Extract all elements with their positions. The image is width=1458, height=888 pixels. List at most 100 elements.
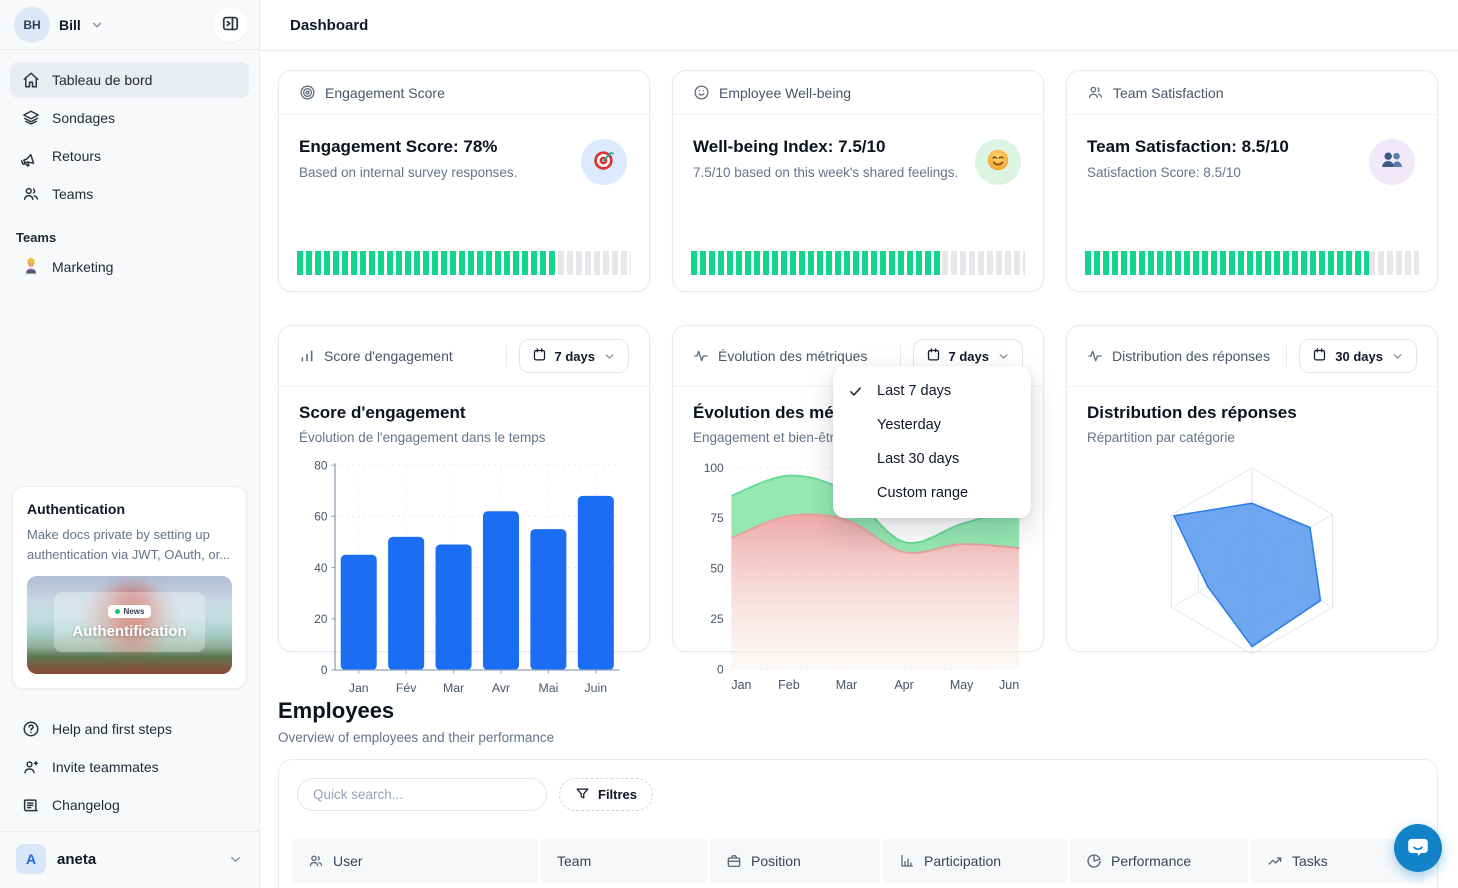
- range-button-7days[interactable]: 7 days: [519, 339, 629, 373]
- range-dropdown-menu: Last 7 days Yesterday Last 30 days Custo…: [833, 366, 1031, 518]
- users-icon: [22, 185, 40, 203]
- svg-text:Fév: Fév: [396, 681, 417, 695]
- stat-badge: [581, 139, 627, 185]
- activity-icon: [1087, 348, 1103, 364]
- promo-description: Make docs private by setting up authenti…: [27, 525, 232, 564]
- chart-title: Score d'engagement: [299, 403, 629, 423]
- workspace-name: aneta: [57, 851, 96, 868]
- calendar-icon: [1312, 347, 1327, 365]
- home-icon: [22, 71, 40, 89]
- team-item-label: Marketing: [52, 259, 113, 275]
- user-avatar[interactable]: BH: [14, 7, 50, 43]
- sidebar-item-label: Help and first steps: [52, 721, 172, 737]
- sidebar-item-label: Retours: [52, 148, 101, 164]
- sidebar-item-teams[interactable]: Teams: [10, 176, 249, 212]
- chevron-down-icon: [1391, 350, 1404, 363]
- range-button-30days[interactable]: 30 days: [1299, 339, 1417, 373]
- stat-card-engagement: Engagement Score Engagement Score: 78% B…: [278, 70, 650, 292]
- sidebar-collapse-button[interactable]: [213, 8, 247, 42]
- table-toolbar: Filtres: [292, 778, 1424, 811]
- sidebar-item-retours[interactable]: Retours: [10, 138, 249, 174]
- sidebar-nav: Tableau de bord Sondages Retours Teams: [0, 50, 259, 212]
- menu-item-last-7-days[interactable]: Last 7 days: [833, 374, 1031, 408]
- stat-subtitle: 7.5/10 based on this week's shared feeli…: [693, 165, 1023, 180]
- svg-text:Mai: Mai: [538, 681, 558, 695]
- progress-fill: [1085, 251, 1369, 275]
- svg-text:Jan: Jan: [349, 681, 369, 695]
- sidebar-item-sondages[interactable]: Sondages: [10, 100, 249, 136]
- card-header: Score d'engagement 7 days: [279, 326, 649, 387]
- svg-text:100: 100: [704, 461, 724, 475]
- sidebar: BH Bill Tableau de bord: [0, 0, 260, 888]
- card-header: Employee Well-being: [673, 71, 1043, 115]
- chart-subtitle: Répartition par catégorie: [1087, 430, 1417, 445]
- chart-body: Score d'engagement Évolution de l'engage…: [279, 387, 649, 715]
- sidebar-item-marketing[interactable]: Marketing: [10, 249, 249, 285]
- column-header-user[interactable]: User: [292, 839, 538, 883]
- smile-icon: [693, 84, 710, 101]
- divider: [900, 345, 901, 367]
- layers-icon: [22, 109, 40, 127]
- menu-item-last-30-days[interactable]: Last 30 days: [833, 442, 1031, 476]
- promo-image-golden-gate[interactable]: News Authentification: [27, 576, 232, 674]
- workspace-switcher[interactable]: A aneta: [0, 832, 259, 888]
- stat-body: Well-being Index: 7.5/10 7.5/10 based on…: [673, 115, 1043, 291]
- stat-title: Well-being Index: 7.5/10: [693, 137, 1023, 157]
- busts-emoji: [1379, 147, 1405, 178]
- sidebar-item-label: Tableau de bord: [52, 72, 152, 88]
- sidebar-item-label: Invite teammates: [52, 759, 159, 775]
- progress-bar: [691, 251, 1025, 275]
- intercom-chat-button[interactable]: [1394, 824, 1442, 872]
- svg-text:0: 0: [321, 663, 328, 677]
- target-emoji: [591, 147, 617, 178]
- stat-badge: [1369, 139, 1415, 185]
- sidebar-item-changelog[interactable]: Changelog: [10, 787, 249, 823]
- smiling-face-emoji: [985, 147, 1011, 178]
- card-header: Team Satisfaction: [1067, 71, 1437, 115]
- promo-card-authentication[interactable]: Authentication Make docs private by sett…: [12, 486, 247, 689]
- sidebar-item-tableau-de-bord[interactable]: Tableau de bord: [10, 62, 249, 98]
- column-header-participation[interactable]: Participation: [883, 839, 1067, 883]
- card-header-label: Employee Well-being: [719, 85, 851, 101]
- briefcase-icon: [726, 853, 742, 869]
- filters-button[interactable]: Filtres: [559, 778, 653, 811]
- column-header-team[interactable]: Team: [541, 839, 707, 883]
- funnel-icon: [575, 786, 590, 804]
- column-header-position[interactable]: Position: [710, 839, 880, 883]
- range-label: 7 days: [949, 349, 989, 364]
- svg-text:25: 25: [710, 612, 724, 626]
- help-circle-icon: [22, 720, 40, 738]
- svg-text:Juin: Juin: [585, 681, 608, 695]
- content: Engagement Score Engagement Score: 78% B…: [260, 51, 1458, 888]
- topbar: Dashboard: [260, 0, 1458, 51]
- chevron-down-icon[interactable]: [90, 18, 104, 32]
- sidebar-item-invite[interactable]: Invite teammates: [10, 749, 249, 785]
- chart-card-metrics-evolution: Évolution des métriques 7 days: [672, 325, 1044, 652]
- search-input[interactable]: [297, 778, 547, 811]
- svg-text:80: 80: [314, 458, 328, 472]
- menu-item-yesterday[interactable]: Yesterday: [833, 408, 1031, 442]
- svg-text:Mar: Mar: [836, 678, 857, 692]
- calendar-icon: [532, 347, 547, 365]
- column-header-performance[interactable]: Performance: [1070, 839, 1248, 883]
- svg-text:40: 40: [314, 561, 328, 575]
- svg-text:Avr: Avr: [492, 681, 510, 695]
- stat-body: Engagement Score: 78% Based on internal …: [279, 115, 649, 291]
- stat-card-wellbeing: Employee Well-being Well-being Index: 7.…: [672, 70, 1044, 292]
- user-name[interactable]: Bill: [59, 17, 81, 33]
- chevron-down-icon: [603, 350, 616, 363]
- pie-chart-icon: [1086, 853, 1102, 869]
- svg-text:50: 50: [710, 562, 724, 576]
- sidebar-item-help[interactable]: Help and first steps: [10, 711, 249, 747]
- radar-chart: [1087, 449, 1417, 677]
- sidebar-item-label: Teams: [52, 186, 93, 202]
- menu-item-custom-range[interactable]: Custom range: [833, 476, 1031, 510]
- stat-subtitle: Satisfaction Score: 8.5/10: [1087, 165, 1417, 180]
- sidebar-item-label: Sondages: [52, 110, 115, 126]
- svg-text:Jun: Jun: [999, 678, 1019, 692]
- svg-text:60: 60: [314, 510, 328, 524]
- promo-overlay: News Authentification: [54, 592, 206, 653]
- target-icon: [299, 84, 316, 101]
- newspaper-icon: [22, 796, 40, 814]
- employees-section: Employees Overview of employees and thei…: [278, 698, 1438, 888]
